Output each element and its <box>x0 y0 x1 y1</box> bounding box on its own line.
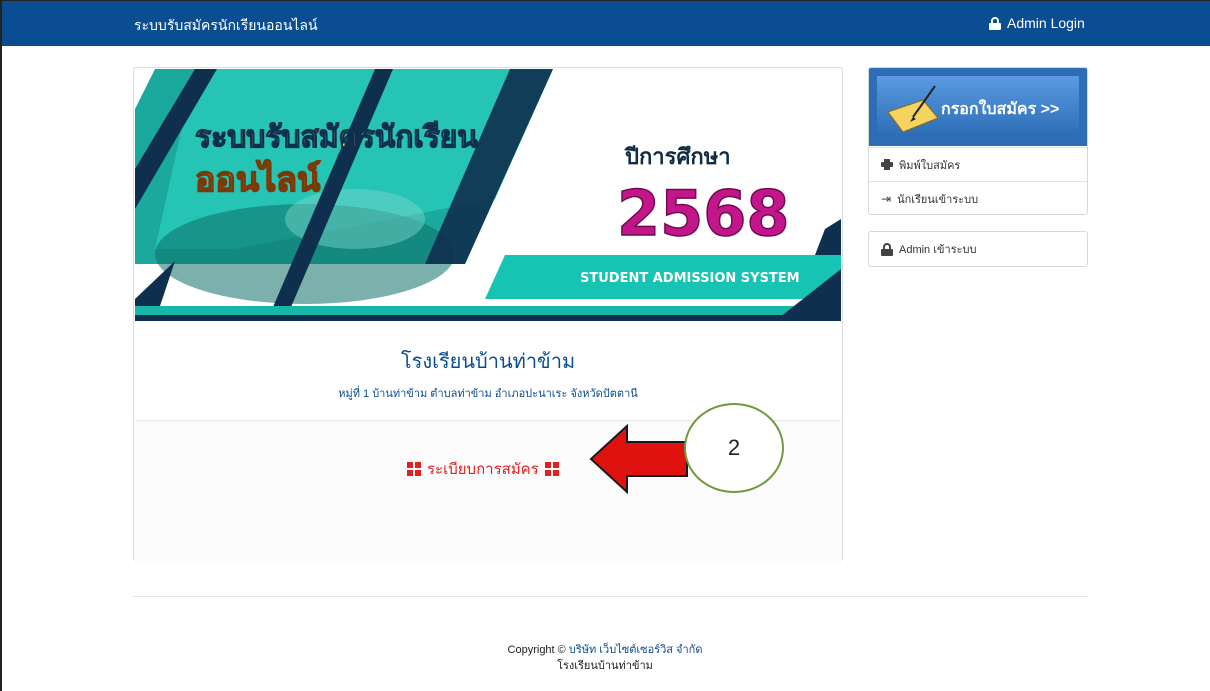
admin-signin-label: Admin เข้าระบบ <box>899 244 977 256</box>
banner-subtitle: STUDENT ADMISSION SYSTEM <box>580 271 800 286</box>
banner-title-line1: ระบบรับสมัครนักเรียน <box>195 120 478 155</box>
lock-icon <box>881 242 893 256</box>
top-navbar: ระบบรับสมัครนักเรียนออนไลน์ Admin Login <box>2 1 1210 46</box>
annotation-step-number: 2 <box>684 403 784 493</box>
banner-title-line2: ออนไลน์ <box>195 159 321 200</box>
footer-school-name: โรงเรียนบ้านท่าข้าม <box>557 660 653 672</box>
admin-login-link[interactable]: Admin Login <box>989 15 1085 31</box>
print-application-link[interactable]: พิมพ์ใบสมัคร <box>869 147 1087 181</box>
print-application-label: พิมพ์ใบสมัคร <box>899 159 961 172</box>
admission-rules-link[interactable]: ระเบียบการสมัคร <box>407 457 559 481</box>
th-large-icon <box>407 462 421 476</box>
company-link[interactable]: บริษัท เว็บไซต์เซอร์วิส จำกัด <box>569 644 703 656</box>
th-large-icon <box>544 462 559 476</box>
banner-year: 2568 <box>617 177 790 250</box>
admin-signin-link[interactable]: Admin เข้าระบบ <box>868 231 1088 267</box>
banner-graphic: ระบบรับสมัครนักเรียน ออนไลน์ ปีการศึกษา … <box>135 69 841 321</box>
copyright-text: Copyright © <box>507 644 566 656</box>
admission-rules-label: ระเบียบการสมัคร <box>427 461 539 478</box>
apply-form-banner[interactable]: กรอกใบสมัคร >> <box>869 68 1087 146</box>
admission-banner: ระบบรับสมัครนักเรียน ออนไลน์ ปีการศึกษา … <box>135 69 841 321</box>
form-pen-icon <box>887 85 939 133</box>
school-name: โรงเรียนบ้านท่าข้าม <box>400 351 576 373</box>
annotation-arrow <box>589 424 688 494</box>
printer-icon <box>881 159 893 170</box>
banner-year-label: ปีการศึกษา <box>624 145 731 170</box>
sidebar-menu: กรอกใบสมัคร >> พิมพ์ใบสมัคร ⇥ นักเรียนเข… <box>868 67 1088 215</box>
lock-icon <box>989 16 1001 30</box>
school-address: หมู่ที่ 1 บ้านท่าข้าม ตำบลท่าข้าม อำเภอป… <box>338 388 638 400</box>
admin-login-label: Admin Login <box>1007 15 1085 31</box>
apply-form-label: กรอกใบสมัคร >> <box>941 101 1060 118</box>
student-login-label: นักเรียนเข้าระบบ <box>897 193 979 206</box>
footer-divider <box>133 596 1088 597</box>
student-login-link[interactable]: ⇥ นักเรียนเข้าระบบ <box>869 181 1087 214</box>
brand-title[interactable]: ระบบรับสมัครนักเรียนออนไลน์ <box>134 15 318 37</box>
sign-in-icon: ⇥ <box>881 191 892 206</box>
